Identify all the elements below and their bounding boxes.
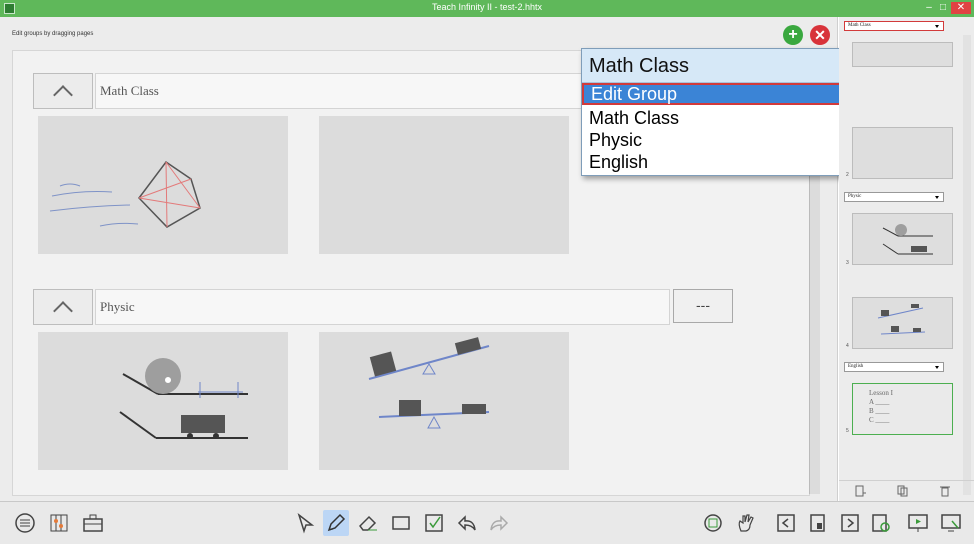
minimize-button[interactable]: –	[923, 2, 935, 14]
close-window-button[interactable]: ✕	[951, 2, 971, 14]
collapse-group-math-button[interactable]	[33, 73, 93, 109]
delete-group-button[interactable]: ✕	[810, 25, 830, 45]
edit-groups-hint: Edit groups by dragging pages	[12, 31, 94, 37]
sidebar-page-number-4: 4	[846, 343, 849, 349]
checkmark-icon[interactable]	[421, 510, 447, 536]
rectangle-icon[interactable]	[388, 510, 414, 536]
maximize-button[interactable]: □	[937, 2, 949, 14]
add-page-icon[interactable]	[854, 485, 866, 497]
eraser-icon[interactable]	[355, 510, 381, 536]
chevron-up-icon	[53, 301, 73, 321]
zoom-icon[interactable]	[700, 510, 726, 536]
sidebar-group-select-english[interactable]: English	[844, 362, 944, 372]
toolbox-icon[interactable]	[80, 510, 106, 536]
add-group-button[interactable]: +	[783, 25, 803, 45]
page-settings-icon[interactable]	[868, 510, 894, 536]
next-page-icon[interactable]	[837, 510, 863, 536]
hand-icon[interactable]	[733, 510, 759, 536]
page-thumbnail-1[interactable]	[38, 116, 288, 254]
incline-cart-sketch	[119, 358, 248, 439]
sidebar-footer	[839, 480, 974, 501]
undo-icon[interactable]	[454, 510, 480, 536]
balance-sketch	[368, 337, 490, 429]
pen-icon[interactable]	[323, 510, 349, 536]
pages-icon[interactable]	[805, 510, 831, 536]
bottom-toolbar	[0, 501, 974, 544]
page-sidebar: Math Class 2 Physic 3 4 English Lesson I…	[839, 17, 974, 501]
chevron-down-icon	[935, 196, 939, 199]
sidebar-page-number-5: 5	[846, 428, 849, 434]
duplicate-page-icon[interactable]	[897, 485, 909, 497]
sidebar-group-select-math[interactable]: Math Class	[844, 21, 944, 31]
page-thumbnail-4[interactable]	[319, 332, 569, 470]
lesson-thumb-text: Lesson I A ____ B ____ C ____	[869, 389, 893, 424]
group-more-button[interactable]: ---	[673, 289, 733, 323]
sidebar-page-thumb-4[interactable]	[852, 297, 953, 349]
abacus-icon[interactable]	[46, 510, 72, 536]
presentation-icon[interactable]	[905, 510, 931, 536]
sidebar-group-select-physic[interactable]: Physic	[844, 192, 944, 202]
window-title: Teach Infinity II - test-2.hhtx	[431, 2, 543, 12]
sidebar-page-number-2: 2	[846, 172, 849, 178]
sidebar-page-thumb-1[interactable]	[852, 42, 953, 67]
sidebar-page-thumb-2[interactable]	[852, 127, 953, 179]
page-thumbnail-3[interactable]	[38, 332, 288, 470]
delete-page-icon[interactable]	[939, 485, 951, 497]
sidebar-page-thumb-5[interactable]: Lesson I A ____ B ____ C ____	[852, 383, 953, 435]
chevron-down-icon	[935, 366, 939, 369]
prev-page-icon[interactable]	[773, 510, 799, 536]
screen-icon[interactable]	[938, 510, 964, 536]
sidebar-scrollbar[interactable]	[963, 35, 971, 495]
group-name-math[interactable]: Math Class	[95, 73, 590, 109]
menu-icon[interactable]	[12, 510, 38, 536]
sidebar-page-thumb-3[interactable]	[852, 213, 953, 265]
select-arrow-icon[interactable]	[293, 510, 319, 536]
chevron-up-icon	[53, 85, 73, 105]
page-thumbnail-2[interactable]	[319, 116, 569, 254]
balance-mini-sketch	[877, 304, 926, 335]
sidebar-page-number-3: 3	[846, 260, 849, 266]
group-name-physic[interactable]: Physic	[95, 289, 670, 325]
chevron-down-icon	[935, 25, 939, 28]
collapse-group-physic-button[interactable]	[33, 289, 93, 325]
incline-mini-sketch	[882, 224, 933, 255]
geometry-sketch	[49, 160, 201, 228]
redo-icon[interactable]	[486, 510, 512, 536]
title-bar: Teach Infinity II - test-2.hhtx – □ ✕	[0, 0, 974, 17]
